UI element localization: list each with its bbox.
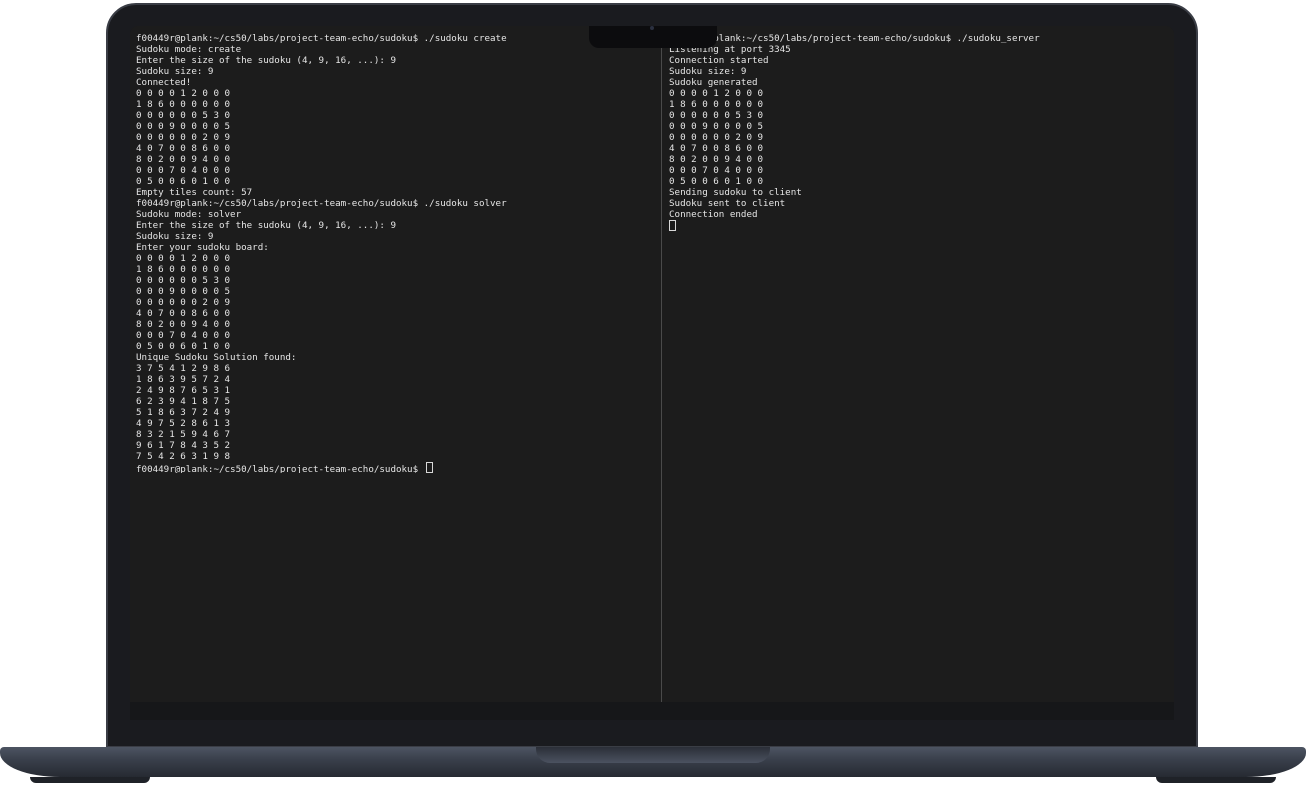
terminal-line: 7 5 4 2 6 3 1 9 8 [136, 451, 231, 462]
terminal-line: Sudoku sent to client [669, 198, 786, 209]
terminal-line: Connection ended [669, 209, 758, 220]
terminal-line: 0 0 0 0 0 0 2 0 9 [669, 132, 764, 143]
terminal-line: Sudoku mode: create [136, 44, 242, 55]
camera-notch [589, 26, 717, 48]
terminal-line: f00449r@plank:~/cs50/labs/project-team-e… [136, 33, 507, 44]
terminal-line: Unique Sudoku Solution found: [136, 352, 297, 363]
terminal-line: 0 0 0 9 0 0 0 0 5 [136, 286, 231, 297]
terminal-line: f00449r@plank:~/cs50/labs/project-team-e… [669, 33, 1040, 44]
terminal-line: f00449r@plank:~/cs50/labs/project-team-e… [136, 198, 507, 209]
terminal-line: Connected! [136, 77, 192, 88]
terminal-line: 5 1 8 6 3 7 2 4 9 [136, 407, 231, 418]
terminal-line: 0 5 0 0 6 0 1 0 0 [136, 176, 231, 187]
terminal-line: 0 0 0 0 1 2 0 0 0 [136, 253, 231, 264]
terminal-line: 0 0 0 7 0 4 0 0 0 [136, 330, 231, 341]
screen-bottom-bezel [130, 702, 1174, 720]
terminal-line: 0 0 0 7 0 4 0 0 0 [136, 165, 231, 176]
terminal-line: Enter the size of the sudoku (4, 9, 16, … [136, 220, 396, 231]
terminal-line: Empty tiles count: 57 [136, 187, 253, 198]
terminal-line: 8 3 2 1 5 9 4 6 7 [136, 429, 231, 440]
terminal-line: 0 0 0 0 0 0 2 0 9 [136, 297, 231, 308]
laptop-foot-right [1156, 777, 1276, 783]
terminal-line: Sudoku size: 9 [136, 231, 214, 242]
terminal-line: 1 8 6 0 0 0 0 0 0 [136, 99, 231, 110]
cursor-block-icon [669, 220, 676, 231]
terminal-line: Listening at port 3345 [669, 44, 791, 55]
terminal-line: 1 8 6 0 0 0 0 0 0 [669, 99, 764, 110]
terminal-line: Sudoku generated [669, 77, 758, 88]
terminal-line: 4 0 7 0 0 8 6 0 0 [669, 143, 764, 154]
terminal-line: 0 0 0 9 0 0 0 0 5 [136, 121, 231, 132]
terminal-line: Sudoku size: 9 [669, 66, 747, 77]
cursor-block-icon [425, 462, 433, 473]
left-terminal-pane[interactable]: f00449r@plank:~/cs50/labs/project-team-e… [130, 26, 661, 702]
terminal-line: 8 0 2 0 0 9 4 0 0 [136, 154, 231, 165]
shell-prompt: f00449r@plank:~/cs50/labs/project-team-e… [136, 464, 424, 473]
terminal-line: 4 0 7 0 0 8 6 0 0 [136, 143, 231, 154]
terminal-line: 0 0 0 7 0 4 0 0 0 [669, 165, 764, 176]
terminal-line: 0 0 0 0 0 0 2 0 9 [136, 132, 231, 143]
terminal-line: 8 0 2 0 0 9 4 0 0 [136, 319, 231, 330]
terminal-line: 2 4 9 8 7 6 5 3 1 [136, 385, 231, 396]
terminal-line: 9 6 1 7 8 4 3 5 2 [136, 440, 231, 451]
terminal-line: Enter the size of the sudoku (4, 9, 16, … [136, 55, 396, 66]
terminal-line: 0 0 0 0 0 0 5 3 0 [136, 110, 231, 121]
prompt-line[interactable]: f00449r@plank:~/cs50/labs/project-team-e… [136, 462, 661, 473]
laptop-foot-left [30, 777, 150, 783]
terminal-line: Sudoku size: 9 [136, 66, 214, 77]
laptop-scene: f00449r@plank:~/cs50/labs/project-team-e… [0, 0, 1306, 788]
trackpad-lip [536, 747, 770, 763]
terminal-line: 4 9 7 5 2 8 6 1 3 [136, 418, 231, 429]
terminal-line: 0 5 0 0 6 0 1 0 0 [136, 341, 231, 352]
terminal-line: 4 0 7 0 0 8 6 0 0 [136, 308, 231, 319]
terminal-line: 0 0 0 0 0 0 5 3 0 [669, 110, 764, 121]
right-terminal-pane[interactable]: f00449r@plank:~/cs50/labs/project-team-e… [662, 26, 1174, 702]
terminal-line: Enter your sudoku board: [136, 242, 269, 253]
terminal-line: Sending sudoku to client [669, 187, 802, 198]
prompt-line[interactable] [669, 220, 1174, 231]
terminal-line: Sudoku mode: solver [136, 209, 242, 220]
terminal-screen: f00449r@plank:~/cs50/labs/project-team-e… [130, 26, 1174, 702]
terminal-line: 0 0 0 0 1 2 0 0 0 [136, 88, 231, 99]
terminal-line: 0 0 0 9 0 0 0 0 5 [669, 121, 764, 132]
terminal-line: 0 0 0 0 0 0 5 3 0 [136, 275, 231, 286]
terminal-line: 0 5 0 0 6 0 1 0 0 [669, 176, 764, 187]
terminal-line: 1 8 6 3 9 5 7 2 4 [136, 374, 231, 385]
terminal-line: 0 0 0 0 1 2 0 0 0 [669, 88, 764, 99]
camera-icon [650, 26, 654, 30]
terminal-line: 8 0 2 0 0 9 4 0 0 [669, 154, 764, 165]
terminal-line: 1 8 6 0 0 0 0 0 0 [136, 264, 231, 275]
terminal-line: 6 2 3 9 4 1 8 7 5 [136, 396, 231, 407]
terminal-line: Connection started [669, 55, 769, 66]
terminal-line: 3 7 5 4 1 2 9 8 6 [136, 363, 231, 374]
